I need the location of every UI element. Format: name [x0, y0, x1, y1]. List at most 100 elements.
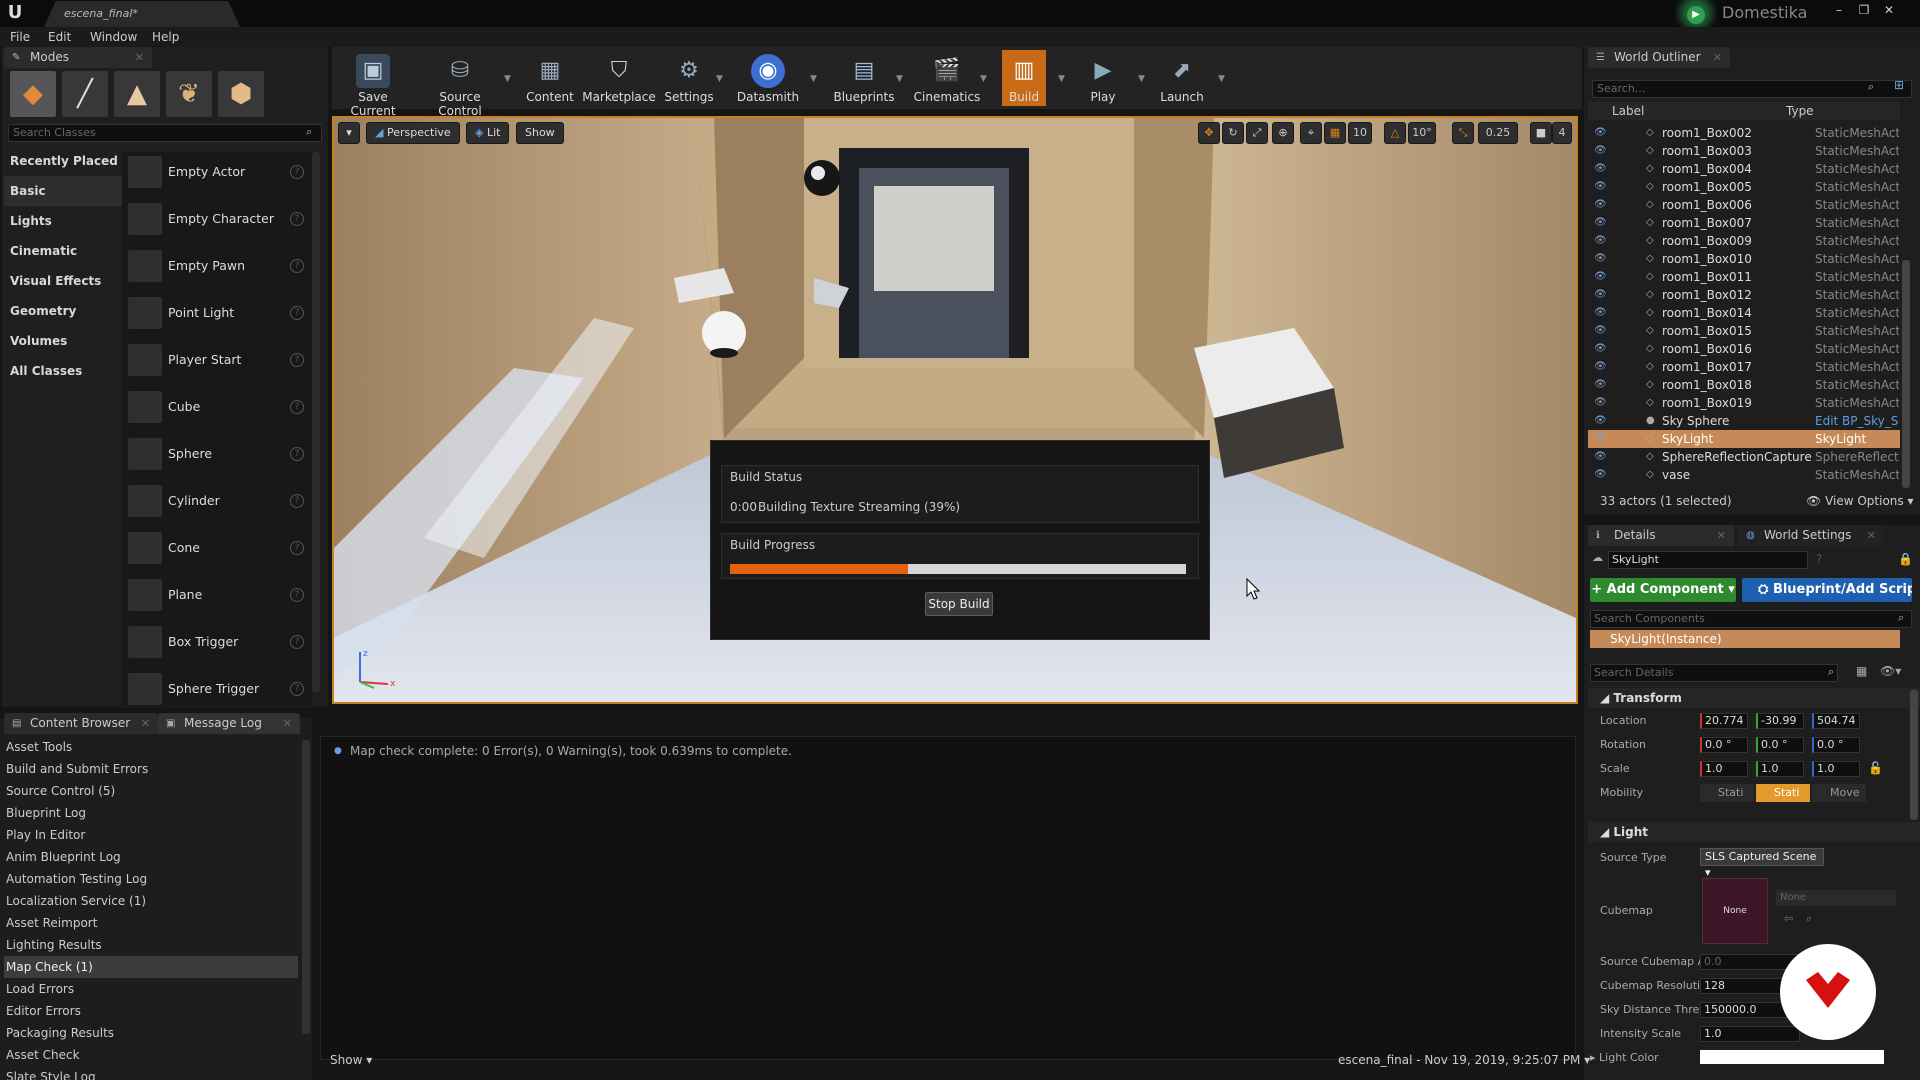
- scale-label[interactable]: Scale: [1600, 762, 1630, 775]
- log-category-item[interactable]: Source Control (5): [4, 780, 298, 802]
- visibility-eye-icon[interactable]: 👁: [1594, 466, 1608, 484]
- tab-modes[interactable]: ✎ Modes ✕: [4, 47, 152, 68]
- category-volumes[interactable]: Volumes: [4, 326, 122, 356]
- document-tab[interactable]: escena_final*: [44, 1, 240, 27]
- outliner-row[interactable]: 👁 ◇ room1_Box018 StaticMeshActor: [1588, 376, 1900, 394]
- viewport-options-icon[interactable]: ▾: [338, 122, 360, 144]
- help-icon[interactable]: ?: [290, 588, 304, 602]
- tab-content-browser[interactable]: ▤ Content Browser ✕: [4, 713, 158, 734]
- help-icon[interactable]: ?: [1816, 552, 1822, 566]
- paint-mode-icon[interactable]: ╱: [62, 71, 108, 117]
- actor-name-field[interactable]: SkyLight: [1608, 551, 1808, 569]
- light-section-header[interactable]: ◢ Light: [1588, 822, 1920, 842]
- log-category-item[interactable]: Map Check (1): [4, 956, 298, 978]
- class-item[interactable]: Point Light?: [124, 290, 314, 336]
- outliner-row[interactable]: 👁 ◇ room1_Box005 StaticMeshActor: [1588, 178, 1900, 196]
- minimize-icon[interactable]: –: [1830, 2, 1848, 18]
- tab-details[interactable]: ℹ Details ✕: [1588, 525, 1734, 546]
- surface-snap-icon[interactable]: ⌖: [1300, 122, 1322, 144]
- eye-icon[interactable]: 👁▾: [1880, 664, 1901, 678]
- search-details-input[interactable]: Search Details: [1590, 664, 1838, 682]
- class-item[interactable]: Empty Pawn?: [124, 243, 314, 289]
- log-category-item[interactable]: Asset Tools: [4, 736, 298, 758]
- place-mode-icon[interactable]: ◆: [10, 71, 56, 117]
- location-label[interactable]: Location: [1600, 714, 1647, 727]
- lit-button[interactable]: ◈ Lit: [466, 122, 510, 144]
- visibility-eye-icon[interactable]: 👁: [1594, 178, 1608, 196]
- outliner-row[interactable]: 👁 ◇ room1_Box003 StaticMeshActor: [1588, 142, 1900, 160]
- camera-speed-value[interactable]: 4: [1552, 122, 1572, 144]
- help-icon[interactable]: ?: [290, 353, 304, 367]
- log-category-item[interactable]: Load Errors: [4, 978, 298, 1000]
- add-filter-icon[interactable]: ⊞: [1894, 78, 1904, 92]
- help-icon[interactable]: ?: [290, 165, 304, 179]
- outliner-row[interactable]: 👁 ● Sky Sphere Edit BP_Sky_Sphere: [1588, 412, 1900, 430]
- transform-section-header[interactable]: ◢ Transform: [1588, 688, 1920, 708]
- outliner-row[interactable]: 👁 ◇ room1_Box007 StaticMeshActor: [1588, 214, 1900, 232]
- location-x-field[interactable]: 20.774: [1700, 713, 1748, 729]
- class-item[interactable]: Empty Actor?: [124, 149, 314, 195]
- help-icon[interactable]: ?: [290, 259, 304, 273]
- outliner-row[interactable]: 👁 ◇ room1_Box002 StaticMeshActor: [1588, 124, 1900, 142]
- mobility-movable-button[interactable]: Move: [1812, 784, 1866, 802]
- geometry-mode-icon[interactable]: ⬢: [218, 71, 264, 117]
- close-tab-icon[interactable]: ✕: [1867, 525, 1876, 546]
- outliner-row[interactable]: 👁 ◇ room1_Box017 StaticMeshActor: [1588, 358, 1900, 376]
- chevron-down-icon[interactable]: ▼: [1058, 74, 1065, 84]
- rotation-snap-value[interactable]: 10°: [1408, 122, 1436, 144]
- scale-z-field[interactable]: 1.0: [1812, 761, 1860, 777]
- perspective-button[interactable]: ◢ Perspective: [366, 122, 460, 144]
- outliner-search-input[interactable]: Search...: [1592, 80, 1912, 98]
- visibility-eye-icon[interactable]: 👁: [1594, 286, 1608, 304]
- launch-button[interactable]: ⬈ Launch: [1156, 50, 1208, 106]
- property-matrix-icon[interactable]: ▦: [1856, 664, 1867, 678]
- class-item[interactable]: Cone?: [124, 525, 314, 571]
- cubemap-thumbnail[interactable]: None: [1702, 878, 1768, 944]
- visibility-eye-icon[interactable]: 👁: [1594, 250, 1608, 268]
- class-item[interactable]: Empty Character?: [124, 196, 314, 242]
- category-all-classes[interactable]: All Classes: [4, 356, 122, 386]
- menu-window[interactable]: Window: [90, 30, 137, 44]
- close-tab-icon[interactable]: ✕: [135, 47, 144, 68]
- chevron-down-icon[interactable]: ▼: [896, 74, 903, 84]
- menu-help[interactable]: Help: [152, 30, 179, 44]
- translate-icon[interactable]: ✥: [1198, 122, 1220, 144]
- mobility-static-button[interactable]: Stati: [1700, 784, 1754, 802]
- help-icon[interactable]: ?: [290, 447, 304, 461]
- grid-snap-value[interactable]: 10: [1348, 122, 1372, 144]
- outliner-row[interactable]: 👁 ◇ room1_Box010 StaticMeshActor: [1588, 250, 1900, 268]
- tab-world-settings[interactable]: ◍ World Settings ✕: [1738, 525, 1884, 546]
- category-lights[interactable]: Lights: [4, 206, 122, 236]
- log-category-item[interactable]: Packaging Results: [4, 1022, 298, 1044]
- foliage-mode-icon[interactable]: ❦: [166, 71, 212, 117]
- class-item[interactable]: Cylinder?: [124, 478, 314, 524]
- visibility-eye-icon[interactable]: 👁: [1594, 124, 1608, 142]
- class-item[interactable]: Player Start?: [124, 337, 314, 383]
- visibility-eye-icon[interactable]: 👁: [1594, 214, 1608, 232]
- source-control-button[interactable]: ⛁ Source Control: [418, 50, 502, 118]
- location-y-field[interactable]: -30.99: [1756, 713, 1804, 729]
- play-button[interactable]: ▶ Play: [1080, 50, 1126, 106]
- close-icon[interactable]: ✕: [1880, 2, 1898, 18]
- stop-build-button[interactable]: Stop Build: [925, 592, 993, 616]
- outliner-row[interactable]: 👁 ◇ room1_Box014 StaticMeshActor: [1588, 304, 1900, 322]
- outliner-row[interactable]: 👁 ◇ SkyLight SkyLight: [1588, 430, 1900, 448]
- grid-snap-icon[interactable]: ▦: [1324, 122, 1346, 144]
- cubemap-asset-dropdown[interactable]: None: [1776, 890, 1896, 906]
- chevron-down-icon[interactable]: ▼: [716, 74, 723, 84]
- outliner-row[interactable]: 👁 ◇ room1_Box009 StaticMeshActor: [1588, 232, 1900, 250]
- log-category-item[interactable]: Lighting Results: [4, 934, 298, 956]
- marketplace-button[interactable]: ⛉ Marketplace: [582, 50, 656, 106]
- log-category-item[interactable]: Blueprint Log: [4, 802, 298, 824]
- tab-world-outliner[interactable]: ☰ World Outliner ✕: [1588, 47, 1730, 68]
- search-components-input[interactable]: Search Components: [1590, 610, 1912, 628]
- datasmith-button[interactable]: ◉ Datasmith: [734, 50, 802, 106]
- mobility-stationary-button[interactable]: Stati: [1756, 784, 1810, 802]
- scale-snap-value[interactable]: 0.25: [1478, 122, 1518, 144]
- class-item[interactable]: Sphere?: [124, 431, 314, 477]
- log-category-item[interactable]: Automation Testing Log: [4, 868, 298, 890]
- help-icon[interactable]: ?: [290, 635, 304, 649]
- search-icon[interactable]: ⌕: [1806, 912, 1812, 926]
- visibility-eye-icon[interactable]: 👁: [1594, 394, 1608, 412]
- outliner-row[interactable]: 👁 ◇ room1_Box016 StaticMeshActor: [1588, 340, 1900, 358]
